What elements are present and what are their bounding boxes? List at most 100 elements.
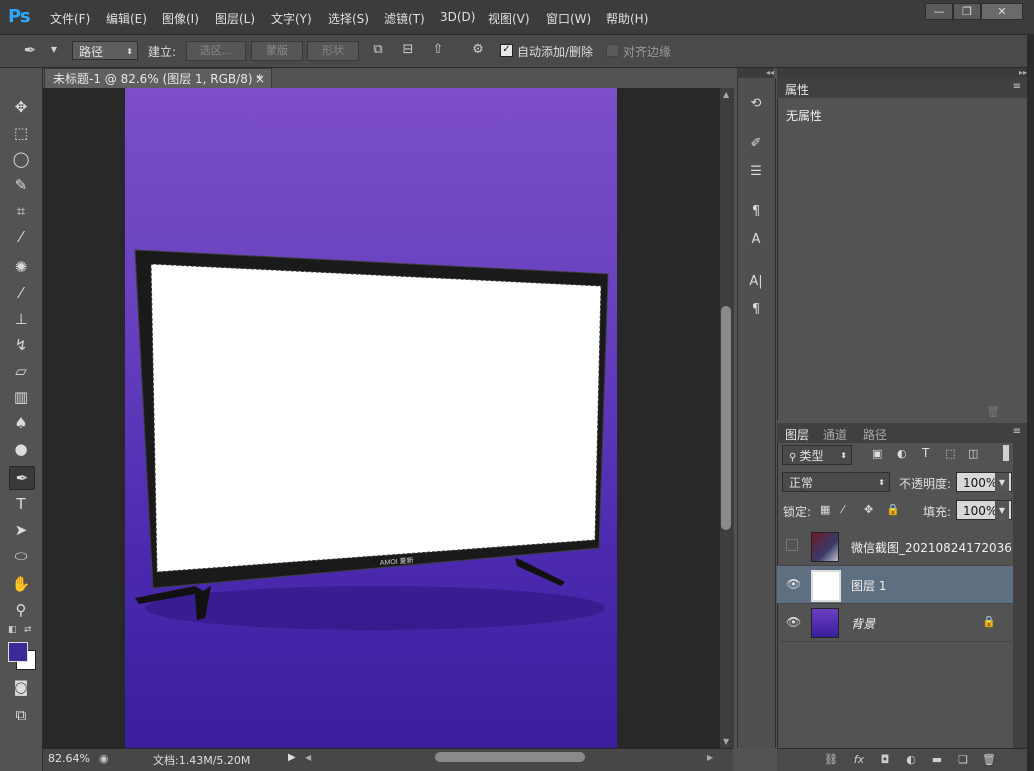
eye-icon[interactable]: 👁	[786, 615, 801, 629]
quick-mask-icon[interactable]: ◙	[9, 676, 33, 698]
tab-layers[interactable]: 图层	[785, 426, 809, 443]
make-mask-button[interactable]: 蒙版	[251, 41, 303, 61]
menu-filter[interactable]: 滤镜(T)	[384, 10, 425, 27]
menu-image[interactable]: 图像(I)	[162, 10, 199, 27]
type-tool-icon[interactable]: T	[9, 493, 33, 515]
new-layer-icon[interactable]: ❏	[955, 752, 971, 768]
foreground-color-swatch[interactable]	[8, 642, 28, 662]
filter-toggle-icon[interactable]	[1003, 445, 1009, 461]
adjustment-layer-icon[interactable]: ◐	[903, 752, 919, 768]
brush-tool-icon[interactable]: ⁄	[9, 282, 33, 304]
fill-input[interactable]: 100% ▼	[956, 500, 1012, 521]
type-filter-icon[interactable]: T	[922, 446, 929, 460]
swap-colors-icon[interactable]: ⇄	[24, 625, 34, 635]
layer-name[interactable]: 背景	[851, 615, 875, 632]
paragraph-styles-icon[interactable]: ¶	[746, 202, 766, 222]
history-brush-tool-icon[interactable]: ↯	[9, 334, 33, 356]
gradient-tool-icon[interactable]: ▥	[9, 386, 33, 408]
make-selection-button[interactable]: 选区...	[186, 41, 246, 61]
move-tool-icon[interactable]: ✥	[9, 96, 33, 118]
minimize-button[interactable]: —	[925, 3, 953, 20]
tab-paths[interactable]: 路径	[863, 426, 887, 443]
path-arrangement-icon[interactable]: ⇧	[430, 42, 446, 58]
zoom-level[interactable]: 82.64%	[48, 752, 90, 765]
layers-scrollbar[interactable]	[1013, 443, 1027, 748]
link-layers-icon[interactable]: ⛓	[823, 752, 839, 768]
path-operations-icon[interactable]: ⧉	[370, 42, 386, 58]
chevron-down-icon[interactable]: ▼	[46, 42, 62, 58]
clone-stamp-tool-icon[interactable]: ⊥	[9, 308, 33, 330]
layer-row[interactable]: 👁 背景 🔒	[777, 604, 1013, 642]
gear-icon[interactable]: ⚙	[470, 42, 486, 58]
layer-name[interactable]: 图层 1	[851, 577, 886, 594]
tab-channels[interactable]: 通道	[823, 426, 847, 443]
auto-add-delete-checkbox[interactable]: ✓	[500, 44, 513, 57]
crop-tool-icon[interactable]: ⌗	[9, 200, 33, 222]
menu-layer[interactable]: 图层(L)	[215, 10, 255, 27]
menu-help[interactable]: 帮助(H)	[606, 10, 648, 27]
layer-row[interactable]: 微信截图_20210824172036	[777, 528, 1013, 566]
close-button[interactable]: ✕	[981, 3, 1023, 20]
panel-menu-icon[interactable]: ≡	[1013, 81, 1021, 92]
dodge-tool-icon[interactable]: ●	[9, 438, 33, 460]
horizontal-scroll-thumb[interactable]	[435, 752, 585, 762]
pixel-filter-icon[interactable]: ▣	[872, 447, 882, 460]
scroll-up-icon[interactable]: ▲	[723, 90, 729, 99]
layer-row[interactable]: 👁 图层 1	[777, 566, 1013, 604]
add-mask-icon[interactable]: ◘	[877, 752, 893, 768]
adjustment-filter-icon[interactable]: ◐	[897, 447, 907, 460]
pen-tool-icon[interactable]: ✒	[22, 42, 38, 58]
scroll-right-icon[interactable]: ▶	[707, 753, 713, 762]
new-group-icon[interactable]: ▬	[929, 752, 945, 768]
chevron-down-icon[interactable]: ▼	[995, 501, 1009, 521]
eraser-tool-icon[interactable]: ▱	[9, 360, 33, 382]
status-icon[interactable]: ◉	[99, 752, 109, 765]
default-colors-icon[interactable]: ◧	[8, 625, 18, 635]
character-styles-icon[interactable]: A	[746, 230, 766, 250]
lock-image-icon[interactable]: ⁄	[842, 503, 844, 516]
shape-filter-icon[interactable]: ⬚	[945, 447, 955, 460]
align-edges-checkbox[interactable]	[606, 44, 619, 57]
eyedropper-tool-icon[interactable]: ⁄	[9, 226, 33, 248]
layer-filter-select[interactable]: ⚲ 类型 ⬍	[782, 445, 852, 465]
lasso-tool-icon[interactable]: ◯	[9, 148, 33, 170]
layer-style-icon[interactable]: fx	[851, 752, 867, 768]
marquee-tool-icon[interactable]: ⬚	[9, 122, 33, 144]
scroll-left-icon[interactable]: ◀	[305, 753, 311, 762]
collapse-strip-icon[interactable]: ◂◂	[737, 68, 774, 78]
menu-edit[interactable]: 编辑(E)	[106, 10, 147, 27]
restore-button[interactable]: ❐	[953, 3, 981, 20]
lock-position-icon[interactable]: ✥	[864, 503, 873, 516]
trash-icon[interactable]: 🗑	[986, 405, 1000, 418]
delete-layer-icon[interactable]: 🗑	[981, 752, 997, 768]
document-tab[interactable]: 未标题-1 @ 82.6% (图层 1, RGB/8) * ×	[44, 68, 272, 88]
lock-transparent-icon[interactable]: ▦	[820, 503, 830, 516]
history-panel-icon[interactable]: ⟲	[746, 94, 766, 114]
brush-panel-icon[interactable]: ✐	[746, 134, 766, 154]
zoom-tool-icon[interactable]: ⚲	[9, 599, 33, 621]
scroll-down-icon[interactable]: ▼	[723, 737, 729, 746]
menu-view[interactable]: 视图(V)	[488, 10, 530, 27]
quick-selection-tool-icon[interactable]: ✎	[9, 174, 33, 196]
layer-name[interactable]: 微信截图_20210824172036	[851, 539, 1012, 556]
menu-select[interactable]: 选择(S)	[328, 10, 369, 27]
menu-window[interactable]: 窗口(W)	[546, 10, 591, 27]
path-selection-tool-icon[interactable]: ➤	[9, 519, 33, 541]
make-shape-button[interactable]: 形状	[307, 41, 359, 61]
spot-healing-tool-icon[interactable]: ✺	[9, 256, 33, 278]
panel-menu-icon[interactable]: ≡	[1013, 426, 1021, 437]
screen-mode-icon[interactable]: ⧉	[9, 704, 33, 726]
vertical-scroll-thumb[interactable]	[721, 306, 731, 530]
blur-tool-icon[interactable]: ♠	[9, 412, 33, 434]
tab-properties[interactable]: 属性	[785, 81, 809, 98]
canvas[interactable]: AMOI 夏新	[125, 88, 617, 748]
chevron-down-icon[interactable]: ▼	[995, 473, 1009, 493]
smart-object-filter-icon[interactable]: ◫	[968, 447, 978, 460]
adjustments-panel-icon[interactable]: ☰	[746, 162, 766, 182]
tool-mode-select[interactable]: 路径 ⬍	[72, 41, 138, 60]
visibility-toggle-empty[interactable]	[786, 539, 798, 551]
status-menu-arrow-icon[interactable]: ▶	[288, 752, 296, 763]
blend-mode-select[interactable]: 正常 ⬍	[782, 472, 890, 492]
menu-type[interactable]: 文字(Y)	[271, 10, 312, 27]
shape-tool-icon[interactable]: ⬭	[9, 545, 33, 567]
